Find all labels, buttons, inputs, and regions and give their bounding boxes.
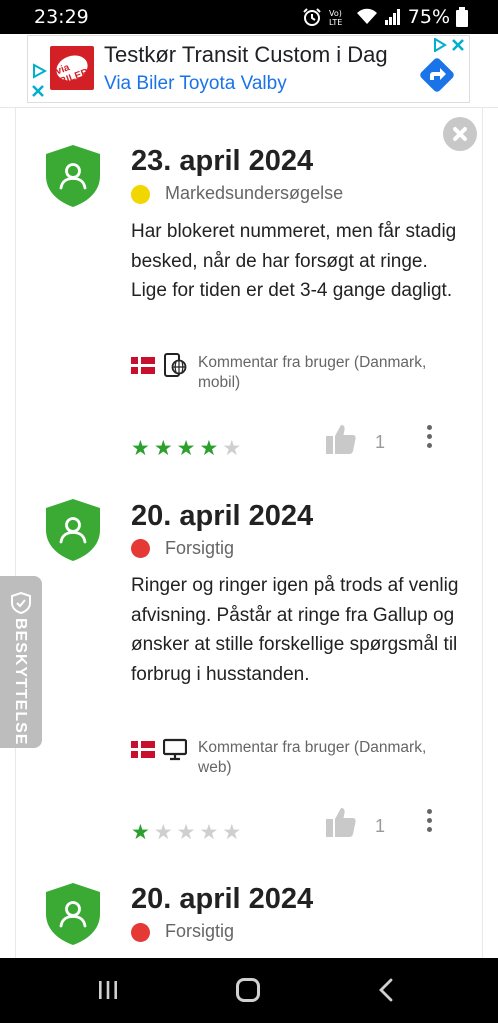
thumbs-up-icon[interactable] xyxy=(325,423,357,455)
like-count: 1 xyxy=(375,432,386,452)
user-shield-icon xyxy=(46,145,100,207)
wifi-icon xyxy=(356,8,377,24)
ad-top-controls xyxy=(433,38,465,52)
star-icon: ★ xyxy=(176,820,196,844)
ad-close-icon[interactable] xyxy=(31,84,45,98)
star-icon: ★ xyxy=(222,436,242,460)
review-source: Kommentar fra bruger (Danmark, web) xyxy=(198,739,427,776)
category-label[interactable]: Markedsundersøgelse xyxy=(165,183,343,204)
denmark-flag-icon xyxy=(131,741,155,758)
like-count: 1 xyxy=(375,816,386,836)
user-shield-icon xyxy=(46,499,100,561)
battery-icon xyxy=(456,7,468,27)
star-icon: ★ xyxy=(153,820,173,844)
system-nav-bar xyxy=(0,958,498,1023)
desktop-monitor-icon xyxy=(163,738,187,761)
user-shield-icon xyxy=(46,883,100,945)
app-screen: 23:29 Vo) LTE 75% via BILER Testkør Tran… xyxy=(0,0,498,1023)
battery-percent: 75% xyxy=(407,6,450,28)
ad-title[interactable]: Testkør Transit Custom i Dag xyxy=(104,42,388,68)
shield-check-icon xyxy=(11,592,31,614)
home-icon[interactable] xyxy=(236,978,260,1002)
review-text: Har blokeret nummeret, men får stadig be… xyxy=(131,221,457,301)
star-icon: ★ xyxy=(199,436,219,460)
review-text: Ringer og ringer igen på trods af venlig… xyxy=(131,575,459,685)
ad-brand-logo: via BILER xyxy=(50,46,94,90)
more-options-icon[interactable] xyxy=(424,424,436,450)
volte-icon: Vo) LTE xyxy=(329,9,342,27)
denmark-flag-icon xyxy=(131,357,155,374)
svg-text:LTE: LTE xyxy=(329,18,342,27)
signal-icon xyxy=(384,9,400,25)
ad-subtitle[interactable]: Via Biler Toyota Valby xyxy=(104,73,287,95)
back-icon[interactable] xyxy=(376,978,396,1002)
star-icon: ★ xyxy=(131,820,150,844)
review-date: 20. april 2024 xyxy=(131,500,314,532)
ad-directions-icon[interactable] xyxy=(418,56,456,94)
status-time: 23:29 xyxy=(34,6,89,28)
review-date: 23. april 2024 xyxy=(131,145,314,177)
svg-text:Vo): Vo) xyxy=(329,9,342,18)
alarm-icon xyxy=(303,8,321,26)
star-rating: ★ ★ ★ ★ ★ xyxy=(131,822,241,843)
category-label[interactable]: Forsigtig xyxy=(165,921,234,942)
star-icon: ★ xyxy=(176,436,196,460)
review-date: 20. april 2024 xyxy=(131,883,314,915)
mobile-globe-icon xyxy=(164,353,187,377)
star-icon: ★ xyxy=(199,820,219,844)
ad-dismiss-icon[interactable] xyxy=(451,38,465,52)
star-icon: ★ xyxy=(222,820,242,844)
close-icon[interactable] xyxy=(443,117,477,151)
category-dot xyxy=(131,185,150,204)
category-label[interactable]: Forsigtig xyxy=(165,538,234,559)
ad-container: via BILER Testkør Transit Custom i Dag V… xyxy=(0,34,498,108)
review-source: Kommentar fra bruger (Danmark, mobil) xyxy=(198,354,427,391)
ad-banner[interactable]: via BILER Testkør Transit Custom i Dag V… xyxy=(27,35,470,103)
star-icon: ★ xyxy=(153,436,173,460)
status-icons: Vo) LTE 75% xyxy=(302,5,468,29)
adchoices-icon[interactable] xyxy=(31,63,47,79)
star-rating: ★ ★ ★ ★ ★ xyxy=(131,438,241,459)
protection-side-tab[interactable]: BESKYTTELSE xyxy=(0,576,42,748)
category-dot xyxy=(131,923,150,942)
side-tab-label: BESKYTTELSE xyxy=(12,618,29,746)
recent-apps-icon[interactable] xyxy=(97,980,119,1000)
star-icon: ★ xyxy=(131,436,150,460)
status-bar: 23:29 Vo) LTE 75% xyxy=(0,0,498,34)
more-options-icon[interactable] xyxy=(424,808,436,834)
thumbs-up-icon[interactable] xyxy=(325,806,357,838)
ad-info-icon[interactable] xyxy=(433,38,447,52)
category-dot xyxy=(131,539,150,558)
